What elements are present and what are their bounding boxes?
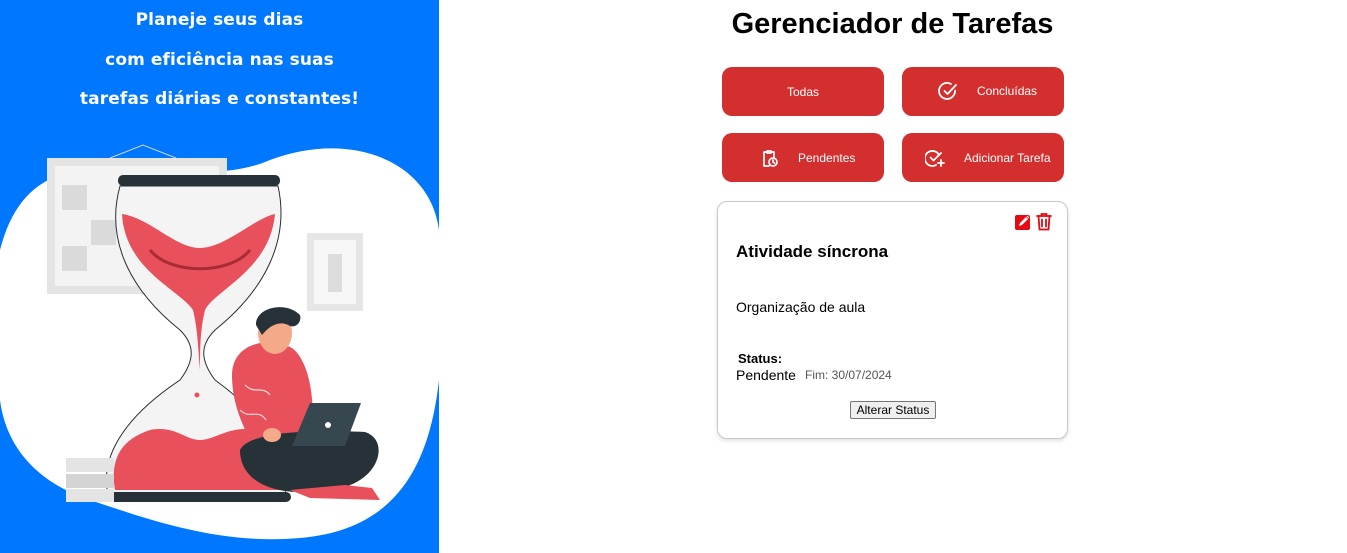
status-value: Pendente	[736, 367, 796, 383]
task-description: Organização de aula	[736, 299, 866, 315]
completed-tasks-label: Concluídas	[977, 84, 1038, 98]
hero-text-line-2: com eficiência nas suas	[105, 50, 334, 70]
task-title: Atividade síncrona	[736, 242, 889, 261]
trash-icon[interactable]	[1036, 212, 1052, 231]
hero-text-line-3: tarefas diárias e constantes!	[79, 89, 360, 109]
completed-tasks-button[interactable]: Concluídas	[902, 67, 1064, 116]
add-task-button[interactable]: Adicionar Tarefa	[902, 133, 1064, 182]
page-title: Gerenciador de Tarefas	[731, 8, 1054, 40]
alter-status-button[interactable]: Alterar Status	[850, 401, 936, 419]
due-date: Fim: 30/07/2024	[805, 368, 892, 382]
all-tasks-label: Todas	[786, 84, 820, 99]
pending-tasks-button[interactable]: Pendentes	[722, 133, 884, 182]
hourglass-illustration	[0, 144, 439, 540]
check-circle-icon	[937, 80, 959, 102]
check-add-icon	[924, 147, 946, 169]
add-task-label: Adicionar Tarefa	[964, 151, 1051, 165]
hero-panel: Planeje seus dias com eficiência nas sua…	[0, 0, 439, 553]
status-label: Status:	[738, 351, 783, 366]
edit-icon[interactable]	[1015, 214, 1031, 230]
clipboard-clock-icon	[758, 147, 780, 169]
task-card: Atividade síncrona Organização de aula S…	[717, 201, 1068, 439]
pending-tasks-label: Pendentes	[798, 151, 856, 165]
all-tasks-button[interactable]: Todas	[722, 67, 884, 116]
